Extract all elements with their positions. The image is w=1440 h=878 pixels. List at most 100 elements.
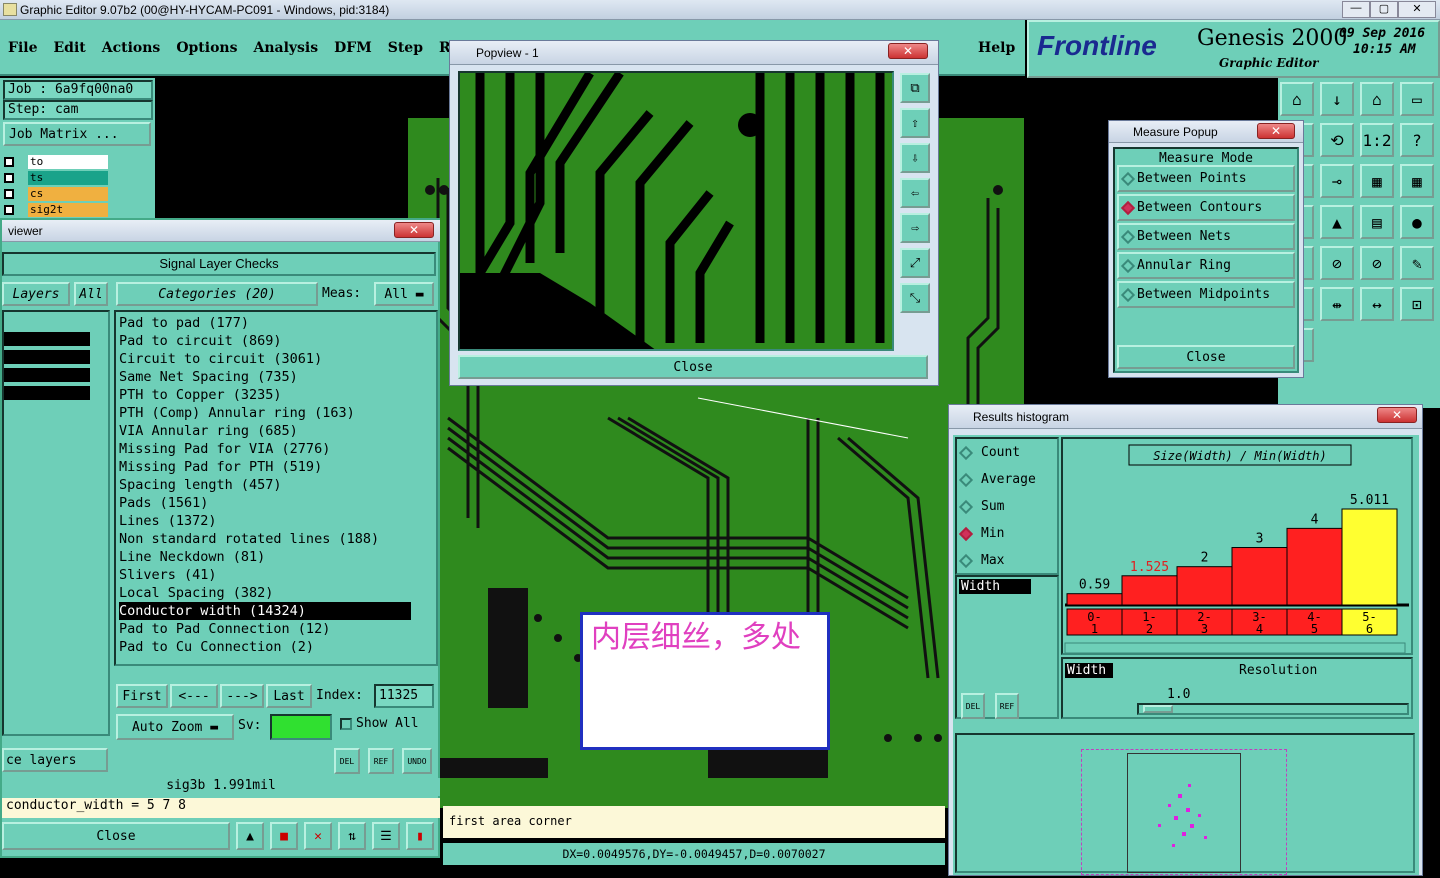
check-item[interactable]: Pad to Cu Connection (2) bbox=[119, 638, 433, 656]
job-matrix-button[interactable]: Job Matrix ... bbox=[3, 122, 151, 146]
home-icon[interactable]: ⌂ bbox=[1280, 82, 1314, 116]
layer-row[interactable]: cs bbox=[4, 186, 124, 202]
measure-option[interactable]: Between Midpoints bbox=[1117, 281, 1295, 308]
check-item[interactable]: Slivers (41) bbox=[119, 566, 433, 584]
popview-close-icon[interactable]: ✕ bbox=[888, 43, 928, 59]
histogram-close-icon[interactable]: ✕ bbox=[1377, 407, 1417, 423]
menu-item[interactable]: Step bbox=[388, 40, 423, 56]
stat-option[interactable]: Sum bbox=[957, 493, 1057, 520]
shape-icon[interactable]: ▲ bbox=[1320, 205, 1354, 239]
dot-icon[interactable]: ● bbox=[1400, 205, 1434, 239]
check-item[interactable]: Pad to circuit (869) bbox=[119, 332, 433, 350]
house-icon[interactable]: ⌂ bbox=[1360, 82, 1394, 116]
check-item[interactable]: Missing Pad for PTH (519) bbox=[119, 458, 433, 476]
stat-option[interactable]: Count bbox=[957, 439, 1057, 466]
line-icon[interactable]: ↔ bbox=[1360, 287, 1394, 321]
check-item[interactable]: Pad to Pad Connection (12) bbox=[119, 620, 433, 638]
check-item[interactable]: Same Net Spacing (735) bbox=[119, 368, 433, 386]
prev-button[interactable]: <--- bbox=[170, 684, 218, 708]
popview-close-button[interactable]: Close bbox=[458, 355, 928, 379]
menu-help[interactable]: Help bbox=[978, 40, 1015, 56]
probe-icon[interactable]: ⊸ bbox=[1320, 164, 1354, 198]
chart-scrollbar[interactable] bbox=[1064, 642, 1406, 654]
check-item[interactable]: PTH to Copper (3235) bbox=[119, 386, 433, 404]
del-button[interactable]: DEL bbox=[334, 748, 360, 774]
maximize-button[interactable]: ▢ bbox=[1370, 1, 1398, 18]
check-item[interactable]: Conductor width (14324) bbox=[119, 602, 411, 620]
layer-checkbox[interactable] bbox=[4, 173, 14, 183]
pencil-icon[interactable]: ✎ bbox=[1400, 246, 1434, 280]
delete-icon[interactable]: ■ bbox=[270, 822, 298, 850]
measure-option[interactable]: Annular Ring bbox=[1117, 252, 1295, 279]
popview-tool-icon[interactable]: ⇨ bbox=[900, 213, 930, 243]
layers-button[interactable]: Layers bbox=[2, 282, 70, 306]
menu-item[interactable]: Options bbox=[176, 40, 237, 56]
check-item[interactable]: Lines (1372) bbox=[119, 512, 433, 530]
hist-ref-button[interactable]: REF bbox=[995, 693, 1019, 719]
rotate-icon[interactable]: ⟲ bbox=[1320, 123, 1354, 157]
flag-icon[interactable]: ▲ bbox=[236, 822, 264, 850]
popview-tool-icon[interactable]: ⤡ bbox=[900, 283, 930, 313]
grid2-icon[interactable]: ▦ bbox=[1400, 164, 1434, 198]
split-icon[interactable]: ⊘ bbox=[1320, 246, 1354, 280]
meas-dropdown[interactable]: All ▬ bbox=[374, 282, 434, 306]
report-icon[interactable]: ☰ bbox=[372, 822, 400, 850]
index-input[interactable]: 11325 bbox=[374, 684, 434, 708]
check-item[interactable]: Missing Pad for VIA (2776) bbox=[119, 440, 433, 458]
close-app-button[interactable]: ✕ bbox=[1398, 1, 1436, 18]
last-button[interactable]: Last bbox=[266, 684, 312, 708]
check-item[interactable]: Spacing length (457) bbox=[119, 476, 433, 494]
viewer-close-icon[interactable]: ✕ bbox=[394, 222, 434, 238]
sv-color-dropdown[interactable] bbox=[270, 714, 332, 740]
show-all-checkbox[interactable] bbox=[340, 718, 352, 730]
scale-icon[interactable]: 1:2 bbox=[1360, 123, 1394, 157]
popview-canvas[interactable] bbox=[458, 71, 894, 351]
popview-tool-icon[interactable]: ⇧ bbox=[900, 108, 930, 138]
minimize-button[interactable]: — bbox=[1342, 1, 1370, 18]
stat-option[interactable]: Min bbox=[957, 520, 1057, 547]
resolution-slider[interactable] bbox=[1137, 703, 1409, 715]
ref-button[interactable]: REF bbox=[368, 748, 394, 774]
menu-item[interactable]: Edit bbox=[53, 40, 85, 56]
check-item[interactable]: PTH (Comp) Annular ring (163) bbox=[119, 404, 433, 422]
menu-item[interactable]: Analysis bbox=[253, 40, 318, 56]
measure-icon[interactable]: ⊘ bbox=[1360, 246, 1394, 280]
flip-icon[interactable]: ⇹ bbox=[1320, 287, 1354, 321]
grid-icon[interactable]: ▦ bbox=[1360, 164, 1394, 198]
field-selected[interactable]: Width bbox=[959, 579, 1031, 594]
check-item[interactable]: Line Neckdown (81) bbox=[119, 548, 433, 566]
popview-tool-icon[interactable]: ⇩ bbox=[900, 143, 930, 173]
download-icon[interactable]: ↓ bbox=[1320, 82, 1354, 116]
layer-row[interactable]: ts bbox=[4, 170, 124, 186]
layers-all-button[interactable]: All bbox=[74, 282, 108, 306]
ruler-icon[interactable]: ▤ bbox=[1360, 205, 1394, 239]
field2-selected[interactable]: Width bbox=[1065, 663, 1113, 678]
check-item[interactable]: Circuit to circuit (3061) bbox=[119, 350, 433, 368]
ref-layers-dropdown[interactable]: ce layers bbox=[2, 748, 108, 772]
histogram-icon[interactable]: ▮ bbox=[406, 822, 434, 850]
next-button[interactable]: ---> bbox=[220, 684, 264, 708]
checks-list[interactable]: Pad to pad (177) Pad to circuit (869) Circ… bbox=[114, 310, 438, 666]
popview-tool-icon[interactable]: ⇦ bbox=[900, 178, 930, 208]
measure-option[interactable]: Between Nets bbox=[1117, 223, 1295, 250]
check-item[interactable]: Local Spacing (382) bbox=[119, 584, 433, 602]
window-icon[interactable]: ▭ bbox=[1400, 82, 1434, 116]
slider-thumb[interactable] bbox=[1143, 705, 1173, 713]
check-item[interactable]: VIA Annular ring (685) bbox=[119, 422, 433, 440]
layer-checkbox[interactable] bbox=[4, 157, 14, 167]
layer-checkbox[interactable] bbox=[4, 205, 14, 215]
popview-tool-icon[interactable]: ⤢ bbox=[900, 248, 930, 278]
check-item[interactable]: Non standard rotated lines (188) bbox=[119, 530, 433, 548]
check-item[interactable]: Pad to pad (177) bbox=[119, 314, 433, 332]
viewer-close-button[interactable]: Close bbox=[2, 822, 230, 850]
measure-close-button[interactable]: Close bbox=[1117, 345, 1295, 369]
menu-item[interactable]: DFM bbox=[334, 40, 372, 56]
auto-zoom-dropdown[interactable]: Auto Zoom ▬ bbox=[116, 714, 234, 740]
hist-del-button[interactable]: DEL bbox=[961, 693, 985, 719]
stat-option[interactable]: Max bbox=[957, 547, 1057, 574]
layer-row[interactable]: to bbox=[4, 154, 124, 170]
stat-option[interactable]: Average bbox=[957, 466, 1057, 493]
measure-close-icon[interactable]: ✕ bbox=[1257, 123, 1295, 139]
categories-button[interactable]: Categories (20) bbox=[116, 282, 318, 306]
first-button[interactable]: First bbox=[116, 684, 168, 708]
